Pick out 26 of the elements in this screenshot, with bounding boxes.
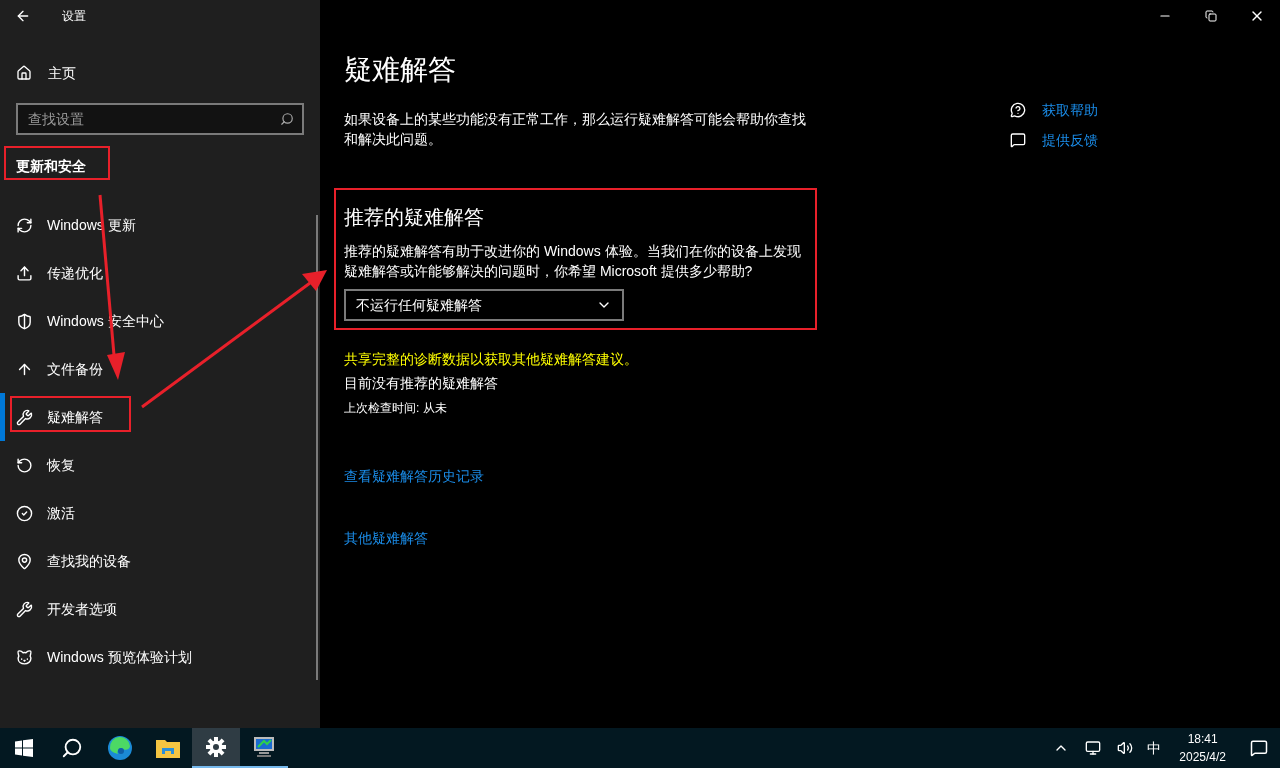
diagnostic-link[interactable]: 共享完整的诊断数据以获取其他疑难解答建议。	[344, 349, 820, 369]
nav-item[interactable]: 传递优化	[0, 249, 320, 297]
clock-date[interactable]: 2025/4/2	[1179, 748, 1226, 766]
section-heading: 更新和安全	[16, 157, 86, 176]
input-method-button[interactable]: 中	[1147, 737, 1162, 759]
nav-item[interactable]: Windows 预览体验计划	[0, 633, 320, 681]
page-title: 疑难解答	[344, 53, 457, 87]
description-text: 推荐的疑难解答有助于改进你的 Windows 体验。当我们在你的设备上发现疑难解答或许能够解决的问题时，你希望 Microsoft 提供多少帮助?	[344, 242, 802, 281]
nav-item[interactable]: 开发者选项	[0, 585, 320, 633]
troubleshoot-dropdown[interactable]: 不运行任何疑难解答	[344, 289, 624, 321]
section-heading: 推荐的疑难解答	[344, 205, 485, 230]
search-field[interactable]: 查找设置	[16, 103, 304, 135]
status-text: 目前没有推荐的疑难解答	[344, 374, 499, 393]
history-link[interactable]: 查看疑难解答历史记录	[344, 466, 484, 486]
clock-time[interactable]: 18:41	[1187, 730, 1218, 748]
help-link[interactable]: 提供反馈	[1010, 130, 1098, 150]
intro-text: 如果设备上的某些功能没有正常工作，那么运行疑难解答可能会帮助你查找和解决此问题。	[344, 110, 807, 149]
help-link[interactable]: 获取帮助	[1010, 100, 1098, 120]
last-checked-text: 上次检查时间: 从未	[344, 400, 448, 417]
window-title: 设置	[62, 8, 86, 25]
nav-item[interactable]: 激活	[0, 489, 320, 537]
nav-item[interactable]: 查找我的设备	[0, 537, 320, 585]
home-link[interactable]: 主页	[0, 49, 320, 97]
nav-item[interactable]: Windows 更新	[0, 201, 320, 249]
other-troubleshooters-link[interactable]: 其他疑难解答	[344, 528, 428, 548]
nav-item[interactable]: 恢复	[0, 441, 320, 489]
